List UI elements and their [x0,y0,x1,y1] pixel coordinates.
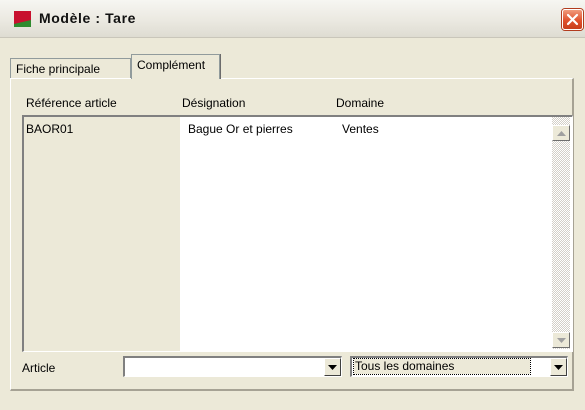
column-header-reference[interactable]: Référence article [26,96,117,110]
tab-label: Complément [137,58,206,72]
cell-domaine: Ventes [342,122,379,136]
app-window-icon [14,11,31,27]
tab-fiche-principale[interactable]: Fiche principale [10,58,131,78]
column-background [24,117,180,351]
articles-list[interactable]: BAOR01 Bague Or et pierres Ventes [22,115,573,352]
scroll-down-arrow-icon [557,338,566,343]
scroll-up-button[interactable] [552,125,570,141]
tab-complement[interactable]: Complément [131,54,220,79]
column-header-designation[interactable]: Désignation [182,96,245,110]
article-dropdown-button[interactable] [324,358,341,376]
scroll-up-arrow-icon [557,131,566,136]
domain-select-value: Tous les domaines [353,358,531,375]
cell-reference: BAOR01 [26,122,74,136]
dropdown-arrow-icon [554,365,563,370]
article-label: Article [22,361,56,375]
dropdown-arrow-icon [328,365,337,370]
vertical-scrollbar[interactable] [552,117,570,349]
cell-designation: Bague Or et pierres [188,122,293,136]
window-title: Modèle : Tare [39,10,137,26]
domain-select[interactable]: Tous les domaines [350,356,568,377]
close-button[interactable] [562,9,583,30]
title-bar[interactable]: Modèle : Tare [0,0,585,38]
scroll-down-button[interactable] [552,332,570,348]
dialog-window: Modèle : Tare Fiche principale Complémen… [0,0,585,410]
column-header-domaine[interactable]: Domaine [336,96,384,110]
tab-label: Fiche principale [16,62,101,76]
domain-dropdown-button[interactable] [550,358,567,376]
close-icon [566,13,579,26]
article-combobox[interactable] [123,356,342,377]
table-row[interactable]: BAOR01 Bague Or et pierres Ventes [24,122,544,138]
